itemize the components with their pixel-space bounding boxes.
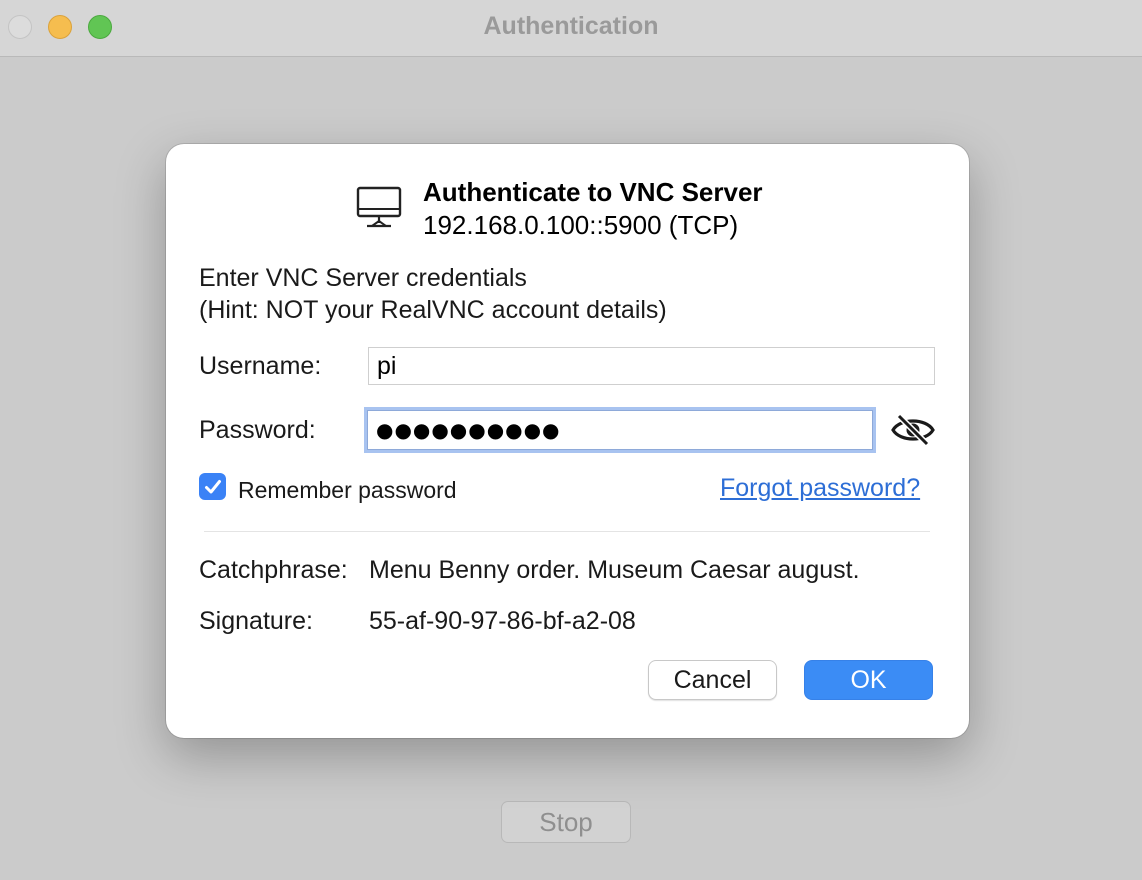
vnc-viewer-window: Authentication Stop Authenticate to VNC … bbox=[0, 0, 1142, 880]
password-field[interactable] bbox=[367, 410, 873, 450]
forgot-password-link[interactable]: Forgot password? bbox=[720, 474, 920, 503]
checkmark-icon bbox=[204, 479, 221, 493]
remember-password-label[interactable]: Remember password bbox=[238, 477, 457, 504]
divider bbox=[204, 531, 930, 532]
dialog-heading: Authenticate to VNC Server bbox=[423, 177, 763, 207]
title-bar: Authentication bbox=[0, 0, 1142, 57]
eye-slash-icon[interactable] bbox=[890, 412, 936, 448]
catchphrase-value: Menu Benny order. Museum Caesar august. bbox=[369, 556, 860, 584]
signature-value: 55-af-90-97-86-bf-a2-08 bbox=[369, 607, 636, 635]
password-label: Password: bbox=[199, 416, 316, 444]
hint-line: (Hint: NOT your RealVNC account details) bbox=[199, 296, 667, 324]
remember-password-checkbox[interactable] bbox=[199, 473, 226, 500]
username-field[interactable] bbox=[368, 347, 935, 385]
monitor-icon bbox=[356, 186, 402, 228]
credentials-prompt: Enter VNC Server credentials (Hint: NOT … bbox=[199, 262, 667, 326]
cancel-button[interactable]: Cancel bbox=[648, 660, 777, 700]
prompt-line: Enter VNC Server credentials bbox=[199, 264, 527, 292]
catchphrase-label: Catchphrase: bbox=[199, 556, 348, 584]
ok-button[interactable]: OK bbox=[804, 660, 933, 700]
signature-label: Signature: bbox=[199, 607, 313, 635]
server-address: 192.168.0.100::5900 (TCP) bbox=[423, 210, 739, 240]
window-title: Authentication bbox=[483, 12, 659, 40]
username-label: Username: bbox=[199, 352, 322, 380]
stop-button[interactable]: Stop bbox=[501, 801, 631, 843]
authentication-dialog: Authenticate to VNC Server 192.168.0.100… bbox=[166, 144, 969, 738]
